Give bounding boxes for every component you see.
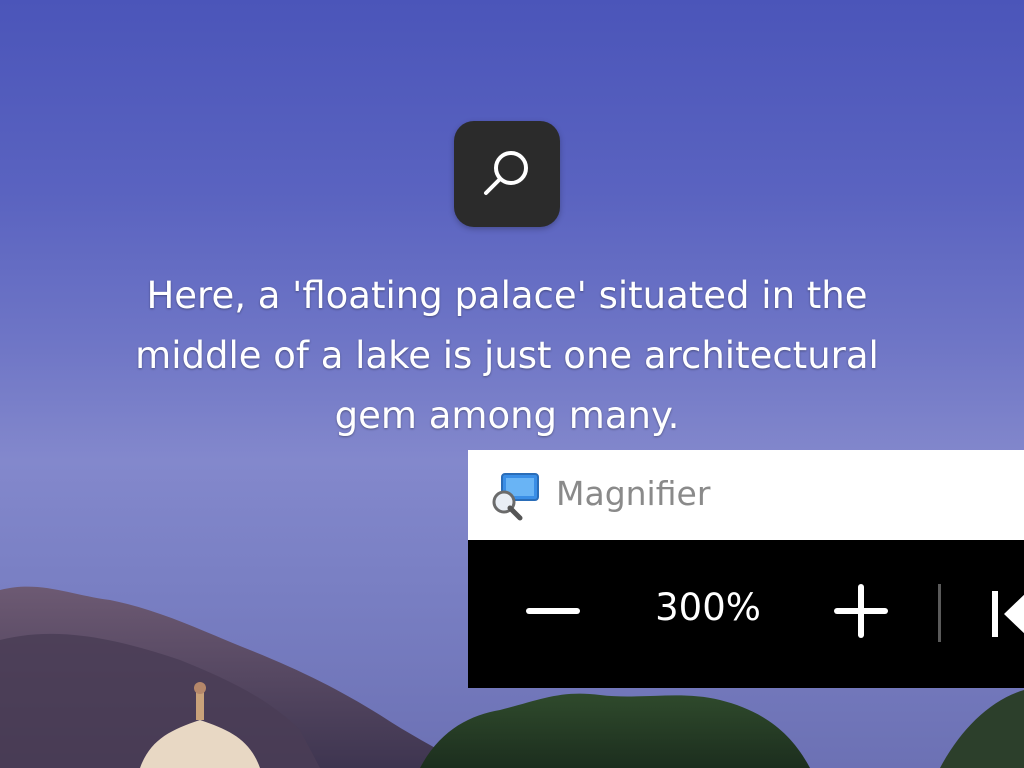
spotlight-caption: Here, a 'floating palace' situated in th… <box>135 274 879 437</box>
magnifier-titlebar[interactable]: Magnifier <box>468 450 1024 540</box>
views-icon <box>992 591 1024 637</box>
zoom-in-button[interactable] <box>822 572 900 650</box>
magnifier-title: Magnifier <box>556 474 711 513</box>
magnifier-app-icon <box>492 473 539 521</box>
magnifier-toolbar: 300% <box>468 540 1024 688</box>
spotlight-search-button[interactable] <box>454 121 560 227</box>
plus-icon <box>834 584 888 638</box>
zoom-level-readout: 300% <box>655 586 761 629</box>
views-button[interactable] <box>978 580 1024 646</box>
toolbar-divider <box>938 584 941 642</box>
minus-icon <box>526 608 580 614</box>
magnifier-window: Magnifier 300% <box>468 450 1024 688</box>
zoom-out-button[interactable] <box>514 572 592 650</box>
search-icon <box>484 151 528 195</box>
